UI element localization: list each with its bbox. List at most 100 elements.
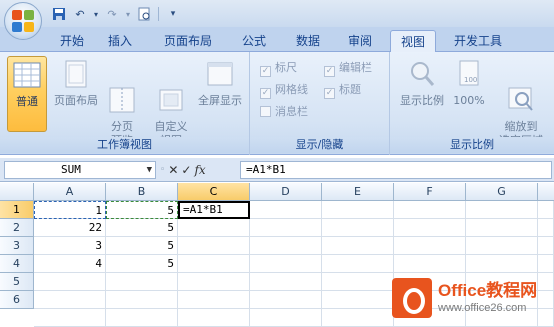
cell-a1[interactable]: 1 — [34, 201, 106, 219]
grid-cell[interactable] — [538, 237, 554, 255]
office-button[interactable] — [4, 2, 42, 40]
tab-review[interactable]: 审阅 — [338, 30, 382, 52]
tab-data[interactable]: 数据 — [286, 30, 330, 52]
grid-cell[interactable] — [322, 291, 394, 309]
grid-cell[interactable] — [538, 219, 554, 237]
grid-cell[interactable] — [106, 273, 178, 291]
headings-checkbox[interactable]: ✓ 标题 — [324, 81, 361, 99]
column-header-b[interactable]: B — [106, 183, 178, 201]
save-icon[interactable] — [50, 5, 68, 23]
grid-cell[interactable] — [322, 237, 394, 255]
tab-insert[interactable]: 插入 — [100, 30, 140, 52]
grid-cell[interactable] — [178, 273, 250, 291]
grid-cell[interactable] — [34, 273, 106, 291]
column-header-c[interactable]: C — [178, 183, 250, 201]
grid-cell[interactable] — [178, 291, 250, 309]
grid-cell[interactable] — [250, 309, 322, 327]
grid-cell[interactable] — [34, 309, 106, 327]
row-header-1[interactable]: 1 — [0, 201, 34, 219]
cancel-icon[interactable]: ✕ — [168, 163, 178, 177]
formula-bar-checkbox[interactable]: ✓ 编辑栏 — [324, 59, 372, 77]
cell-a2[interactable]: 22 — [34, 219, 106, 237]
grid-cell[interactable] — [106, 309, 178, 327]
grid-cell[interactable] — [250, 219, 322, 237]
page-break-preview-button[interactable]: 分页 预览 — [104, 56, 140, 147]
grid-cell[interactable] — [250, 273, 322, 291]
row-header-4[interactable]: 4 — [0, 255, 34, 273]
redo-dropdown-icon[interactable]: ▾ — [124, 5, 132, 23]
cell-b1[interactable]: 5 — [106, 201, 178, 219]
grid-cell[interactable] — [322, 219, 394, 237]
column-header-d[interactable]: D — [250, 183, 322, 201]
grid-cell[interactable] — [106, 291, 178, 309]
insert-function-icon[interactable]: fx — [194, 163, 205, 177]
row-header-6[interactable]: 6 — [0, 291, 34, 309]
row-header-2[interactable]: 2 — [0, 219, 34, 237]
grid-cell[interactable] — [178, 237, 250, 255]
chevron-down-icon[interactable]: ▼ — [147, 162, 152, 178]
page-layout-view-button[interactable]: 页面布局 — [50, 56, 102, 132]
cell-b2[interactable]: 5 — [106, 219, 178, 237]
grid-cell[interactable] — [394, 255, 466, 273]
group-label-workbook-views: 工作簿视图 — [0, 137, 249, 153]
grid-cell[interactable] — [178, 309, 250, 327]
grid-cell[interactable] — [322, 201, 394, 219]
grid-cell[interactable] — [250, 201, 322, 219]
expand-handle-icon[interactable]: ◦ — [160, 165, 165, 175]
cell-a3[interactable]: 3 — [34, 237, 106, 255]
grid-cell[interactable] — [394, 237, 466, 255]
ruler-checkbox[interactable]: ✓ 标尺 — [260, 59, 297, 77]
grid-cell[interactable] — [250, 291, 322, 309]
grid-cell[interactable] — [466, 255, 538, 273]
cell-b3[interactable]: 5 — [106, 237, 178, 255]
message-bar-checkbox[interactable]: 消息栏 — [260, 103, 308, 121]
full-screen-button[interactable]: 全屏显示 — [194, 56, 246, 132]
name-box[interactable]: SUM ▼ — [4, 161, 156, 179]
enter-icon[interactable]: ✓ — [181, 163, 191, 177]
tab-formulas[interactable]: 公式 — [232, 30, 276, 52]
grid-cell[interactable] — [178, 219, 250, 237]
column-header-f[interactable]: F — [394, 183, 466, 201]
cell-c1[interactable]: =A1*B1 — [178, 201, 250, 219]
formula-input[interactable]: =A1*B1 — [240, 161, 552, 179]
column-header-e[interactable]: E — [322, 183, 394, 201]
tab-view[interactable]: 视图 — [390, 30, 436, 52]
grid-cell[interactable] — [466, 219, 538, 237]
tab-page-layout[interactable]: 页面布局 — [155, 30, 221, 52]
row-header-5[interactable]: 5 — [0, 273, 34, 291]
grid-cell[interactable] — [250, 255, 322, 273]
grid-cell[interactable] — [538, 255, 554, 273]
cell-b4[interactable]: 5 — [106, 255, 178, 273]
normal-view-button[interactable]: 普通 — [7, 56, 47, 132]
zoom-to-selection-button[interactable]: 缩放到 选定区域 — [492, 56, 550, 147]
custom-views-button[interactable]: 自定义 视图 — [151, 56, 191, 147]
redo-icon[interactable]: ↷ — [103, 5, 121, 23]
grid-cell[interactable] — [34, 291, 106, 309]
grid-cell[interactable] — [250, 237, 322, 255]
grid-cell[interactable] — [322, 255, 394, 273]
column-header-h[interactable] — [538, 183, 554, 201]
cell-a4[interactable]: 4 — [34, 255, 106, 273]
tab-home[interactable]: 开始 — [52, 30, 92, 52]
gridlines-checkbox[interactable]: ✓ 网格线 — [260, 81, 308, 99]
zoom-button[interactable]: 显示比例 — [396, 56, 448, 132]
grid-cell[interactable] — [322, 273, 394, 291]
row-header-3[interactable]: 3 — [0, 237, 34, 255]
customize-icon[interactable]: ▾ — [164, 5, 182, 23]
zoom-100-button[interactable]: 100 100% — [450, 56, 488, 132]
grid-cell[interactable] — [178, 255, 250, 273]
watermark: Office教程网 www.office26.com — [392, 272, 552, 324]
grid-cell[interactable] — [466, 237, 538, 255]
column-header-g[interactable]: G — [466, 183, 538, 201]
grid-cell[interactable] — [394, 201, 466, 219]
grid-cell[interactable] — [322, 309, 394, 327]
undo-icon[interactable]: ↶ — [71, 5, 89, 23]
grid-cell[interactable] — [466, 201, 538, 219]
select-all-corner[interactable] — [0, 183, 34, 201]
grid-cell[interactable] — [538, 201, 554, 219]
tab-developer[interactable]: 开发工具 — [444, 30, 512, 52]
print-preview-icon[interactable] — [135, 5, 153, 23]
undo-dropdown-icon[interactable]: ▾ — [92, 5, 100, 23]
column-header-a[interactable]: A — [34, 183, 106, 201]
grid-cell[interactable] — [394, 219, 466, 237]
